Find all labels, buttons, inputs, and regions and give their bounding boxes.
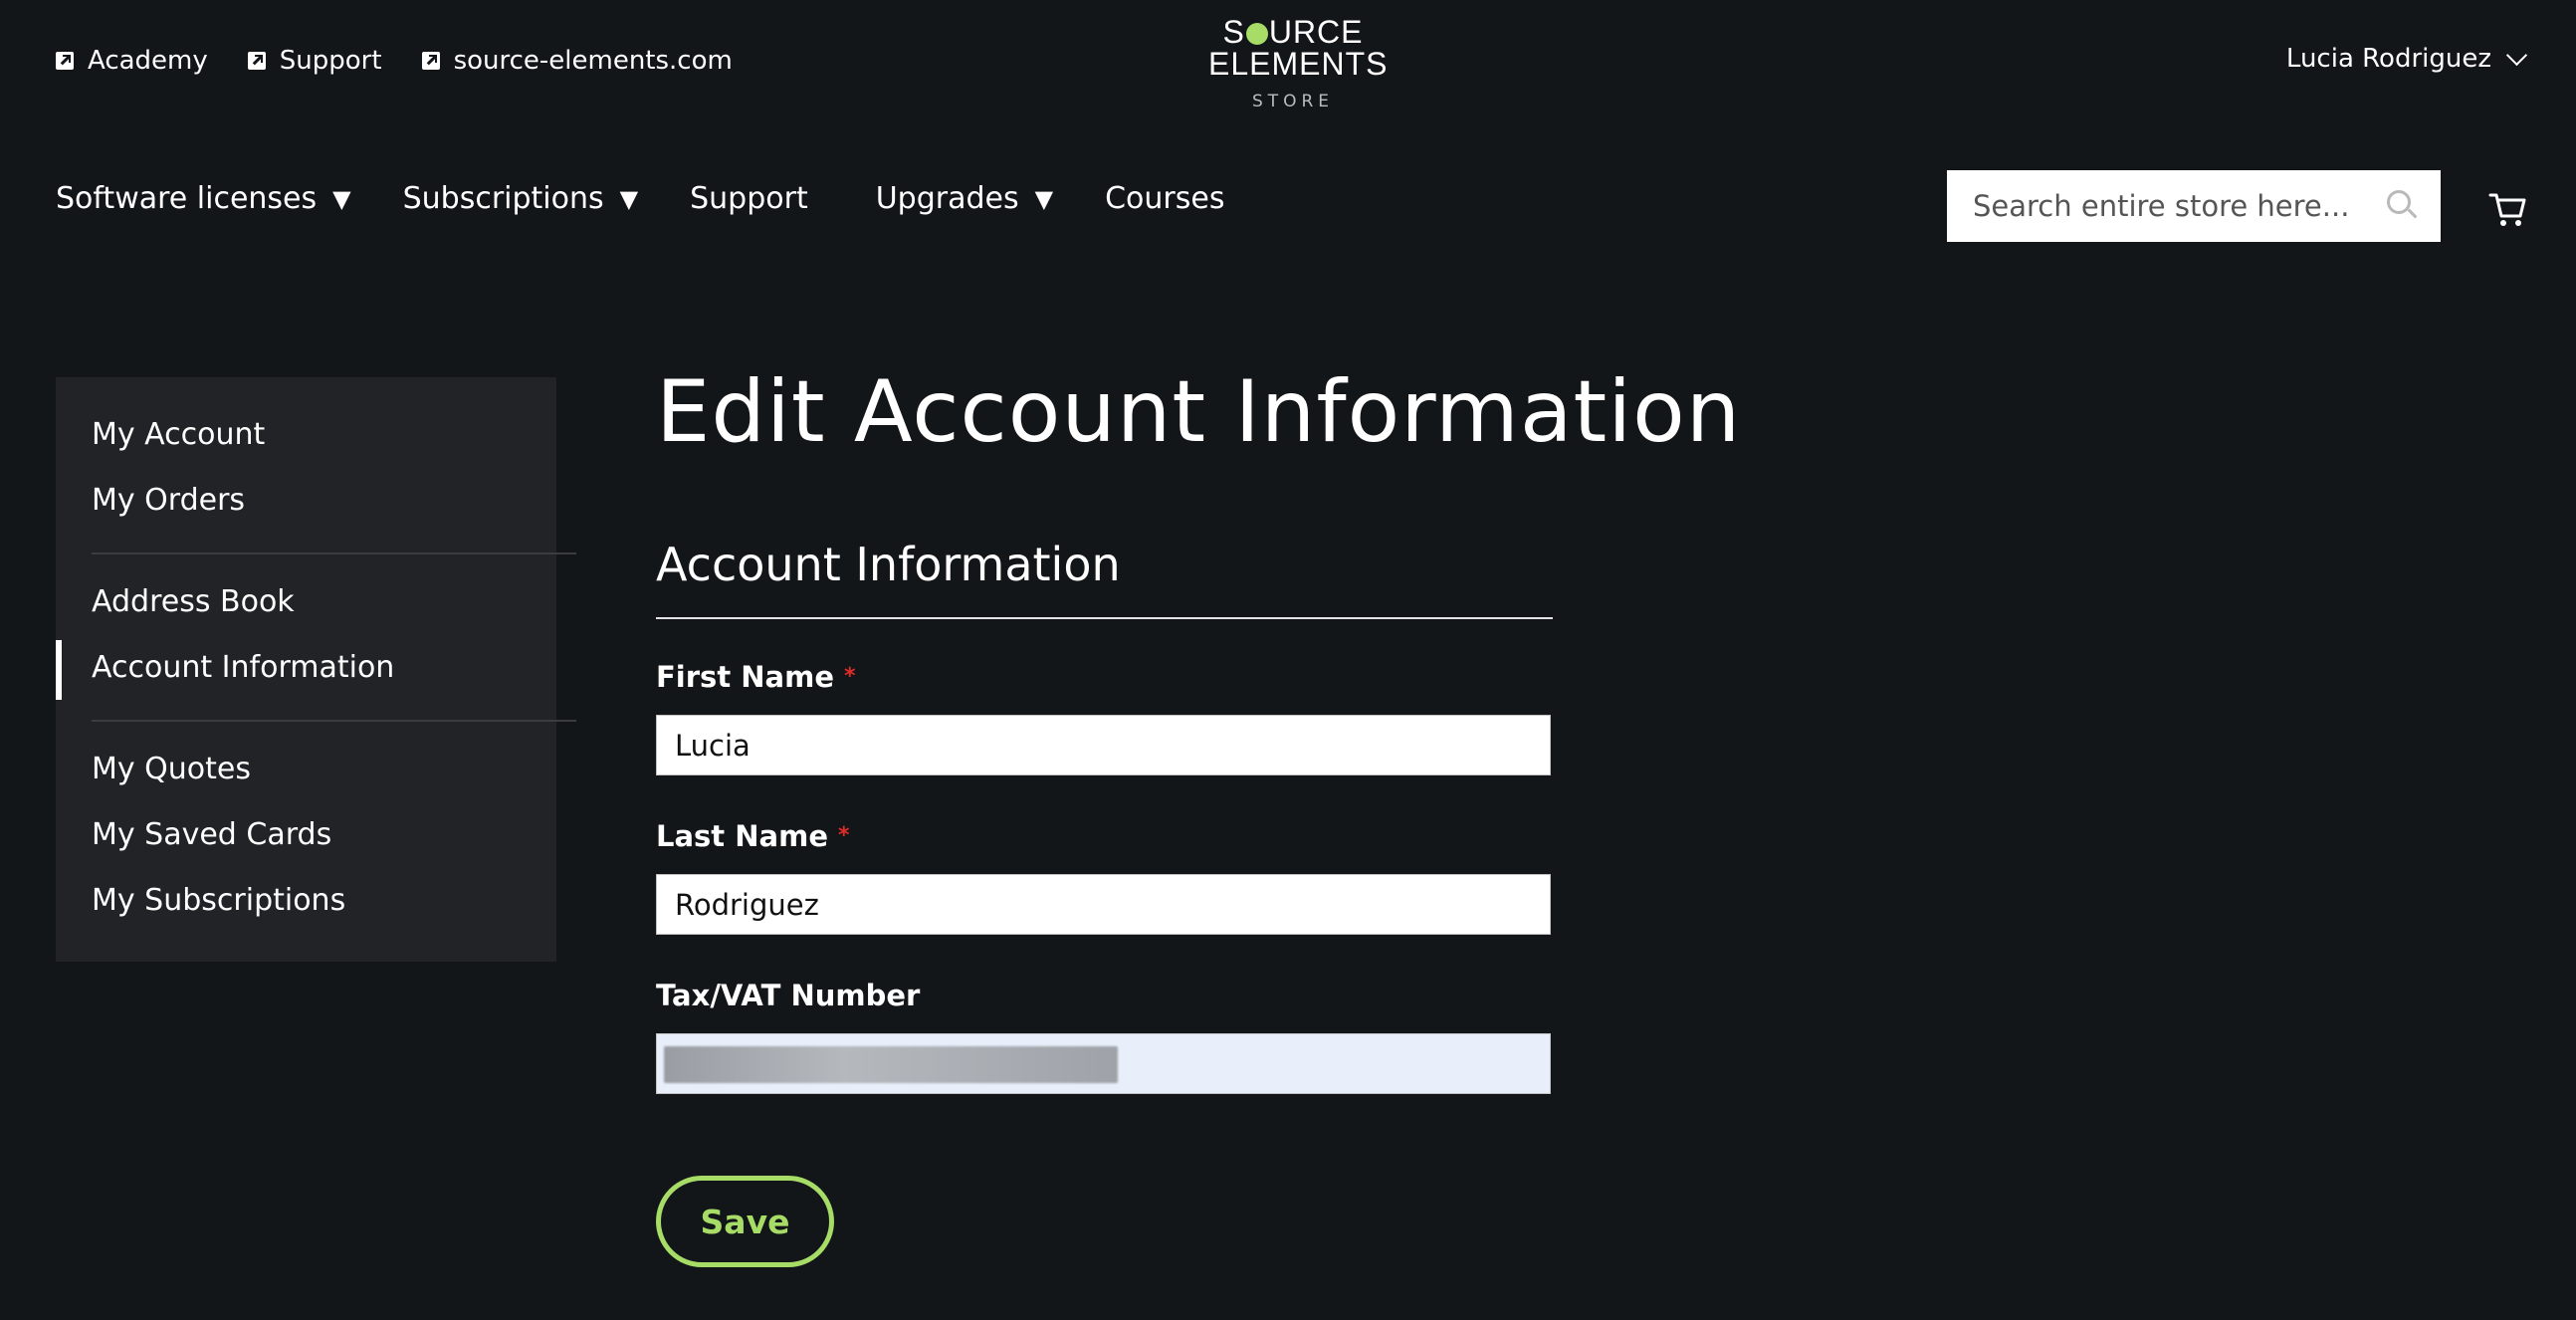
nav-label: Support	[690, 181, 808, 216]
main-nav: Software licenses ▼ Subscriptions ▼ Supp…	[56, 181, 1276, 216]
caret-down-icon: ▼	[1034, 184, 1054, 213]
sidebar-item-my-subscriptions[interactable]: My Subscriptions	[92, 883, 345, 918]
caret-down-icon: ▼	[619, 184, 639, 213]
nav-courses[interactable]: Courses	[1105, 181, 1224, 216]
redacted-value	[664, 1046, 1118, 1083]
sidebar-divider	[92, 720, 576, 722]
nav-software-licenses[interactable]: Software licenses ▼	[56, 181, 351, 216]
nav-label: Subscriptions	[402, 181, 604, 216]
tax-vat-label: Tax/VAT Number	[656, 979, 920, 1012]
support-util-link-label: Support	[279, 46, 382, 76]
sidebar-item-my-account[interactable]: My Account	[92, 417, 265, 452]
store-logo[interactable]: S URCE ELEMENTS STORE	[1208, 16, 1389, 111]
section-divider	[656, 617, 1553, 619]
user-menu[interactable]: Lucia Rodriguez	[2285, 44, 2528, 74]
nav-upgrades[interactable]: Upgrades ▼	[876, 181, 1053, 216]
logo-line-1: S URCE	[1208, 16, 1378, 48]
first-name-field[interactable]	[656, 715, 1551, 775]
sidebar-item-my-quotes[interactable]: My Quotes	[92, 752, 251, 786]
cart-icon[interactable]	[2488, 189, 2528, 229]
section-title: Account Information	[656, 538, 1121, 591]
sidebar-item-my-orders[interactable]: My Orders	[92, 483, 245, 518]
external-link-icon	[421, 52, 440, 70]
user-name: Lucia Rodriguez	[2285, 44, 2491, 74]
logo-dot-icon	[1245, 23, 1268, 45]
sidebar-item-address-book[interactable]: Address Book	[92, 584, 295, 619]
page-title: Edit Account Information	[656, 362, 1742, 462]
nav-label: Software licenses	[56, 181, 318, 216]
active-indicator	[56, 640, 62, 700]
last-name-label: Last Name *	[656, 819, 850, 853]
sidebar-divider	[92, 552, 576, 554]
search-input[interactable]	[1947, 170, 2377, 242]
caret-down-icon: ▼	[332, 184, 351, 213]
last-name-label-text: Last Name	[656, 819, 828, 853]
source-elements-link-label: source-elements.com	[453, 46, 733, 76]
logo-store-label: STORE	[1251, 92, 1335, 111]
required-mark: *	[838, 823, 850, 848]
chevron-down-icon	[2505, 44, 2528, 66]
logo-letters: URCE	[1268, 14, 1364, 50]
sidebar-item-account-information[interactable]: Account Information	[92, 650, 394, 685]
sidebar-item-my-saved-cards[interactable]: My Saved Cards	[92, 817, 331, 852]
academy-link-label: Academy	[88, 46, 208, 76]
utility-links: Academy Support source-elements.com	[56, 46, 733, 76]
nav-label: Upgrades	[875, 181, 1019, 216]
first-name-label-text: First Name	[656, 660, 834, 694]
external-link-icon	[247, 52, 266, 70]
logo-line-2: ELEMENTS	[1208, 46, 1389, 82]
external-link-icon	[56, 52, 74, 70]
required-mark: *	[844, 664, 856, 689]
first-name-label: First Name *	[656, 660, 856, 694]
search-box	[1947, 170, 2441, 242]
nav-subscriptions[interactable]: Subscriptions ▼	[403, 181, 639, 216]
nav-label: Courses	[1105, 181, 1225, 216]
search-icon[interactable]	[2377, 182, 2425, 230]
cart-icon-graphic	[2488, 193, 2526, 226]
logo-letter: S	[1222, 14, 1245, 50]
academy-link[interactable]: Academy	[56, 46, 208, 76]
nav-support[interactable]: Support	[690, 181, 808, 216]
save-button[interactable]: Save	[656, 1176, 834, 1267]
support-util-link[interactable]: Support	[247, 46, 382, 76]
account-sidebar: My Account My Orders Address Book Accoun…	[56, 377, 576, 962]
source-elements-link[interactable]: source-elements.com	[421, 46, 733, 76]
last-name-field[interactable]	[656, 874, 1551, 935]
tax-vat-label-text: Tax/VAT Number	[656, 979, 921, 1012]
